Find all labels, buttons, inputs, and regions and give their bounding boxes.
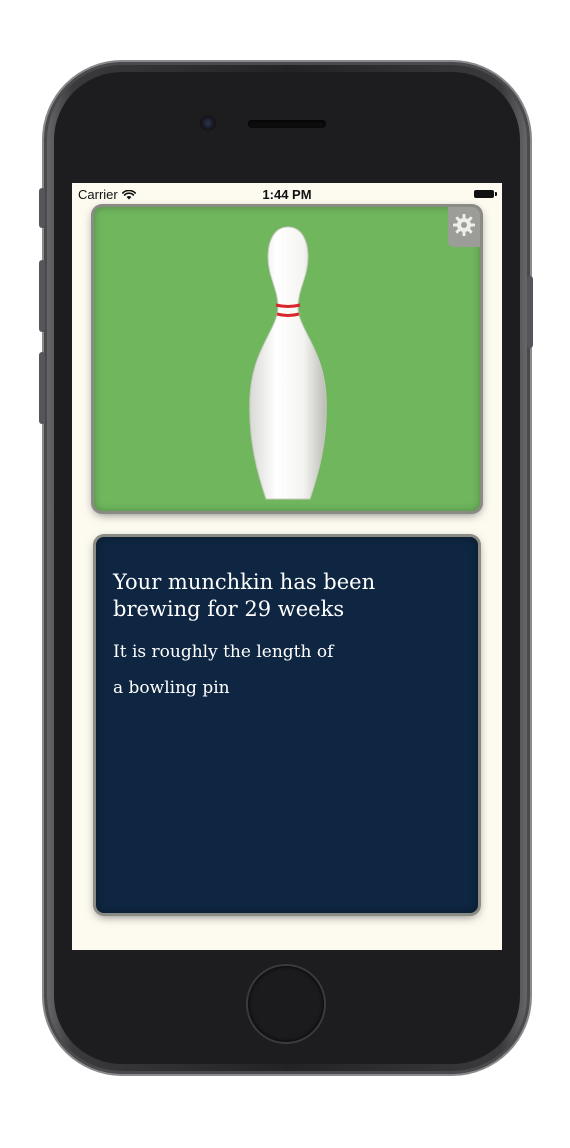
earpiece-speaker <box>248 120 326 128</box>
volume-down-button <box>39 352 45 424</box>
comparison-text-line-1: It is roughly the length of <box>113 642 334 662</box>
volume-up-button <box>39 260 45 332</box>
power-button <box>527 276 533 348</box>
gear-icon <box>452 213 476 242</box>
mute-switch <box>39 188 45 228</box>
weeks-heading: Your munchkin has been brewing for 29 we… <box>113 570 376 621</box>
bowling-pin-image <box>249 226 327 500</box>
app-screen: Carrier 1:44 PM Your munchkin has been b… <box>72 183 502 950</box>
status-bar: Carrier 1:44 PM <box>72 183 502 205</box>
image-card <box>94 207 480 511</box>
front-camera <box>200 115 216 131</box>
settings-button[interactable] <box>448 207 480 247</box>
status-time: 1:44 PM <box>262 187 312 202</box>
info-card: Your munchkin has been brewing for 29 we… <box>96 537 478 913</box>
comparison-text-line-2: a bowling pin <box>113 678 230 698</box>
home-button[interactable] <box>248 966 324 1042</box>
battery-icon <box>474 190 497 198</box>
